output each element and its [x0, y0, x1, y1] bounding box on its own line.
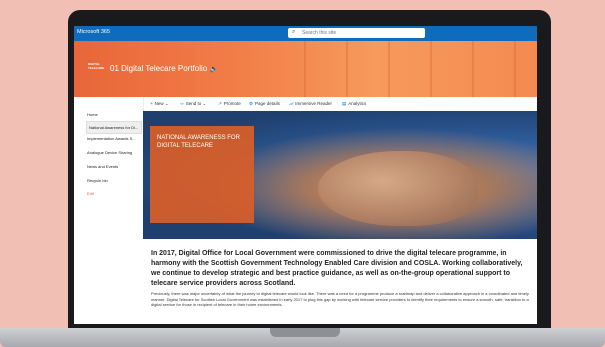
site-header: DIGITAL TELECARE 01 Digital Telecare Por… [74, 41, 537, 97]
send-icon: ⇨ [180, 101, 184, 106]
site-logo[interactable]: DIGITAL TELECARE [88, 62, 106, 70]
site-title[interactable]: 01 Digital Telecare Portfolio 🔈 [110, 64, 218, 73]
analytics-label: Analytics [348, 101, 367, 106]
promote-icon: ↗ [218, 101, 222, 106]
immersive-reader-label: Immersive Reader [295, 101, 333, 106]
command-bar: + New ⌄ ⇨ Send to ⌄ ↗ Promote ⚙ Page details… [143, 97, 537, 111]
nav-item-recycle-bin[interactable]: Recycle bin [87, 178, 141, 183]
settings-icon: ⚙ [249, 101, 254, 106]
plus-icon: + [150, 101, 153, 106]
search-box[interactable]: ⌕ Search this site [288, 28, 425, 38]
brand-label[interactable]: Microsoft 365 [77, 29, 110, 35]
header-pattern [264, 41, 537, 97]
nav-item-national-awareness[interactable]: National Awareness for Di... [86, 121, 142, 134]
hero-card[interactable]: NATIONAL AWARENESS FOR DIGITAL TELECARE [150, 126, 254, 223]
hero-image: NATIONAL AWARENESS FOR DIGITAL TELECARE [143, 111, 537, 239]
nav-item-analogue-device-sharing[interactable]: Analogue Device Sharing [87, 150, 141, 155]
screen: Microsoft 365 ⌕ Search this site DIGITAL… [74, 26, 537, 324]
nav-item-news-and-events[interactable]: News and Events [87, 164, 141, 169]
nav-item-home[interactable]: Home [87, 112, 141, 117]
search-icon: ⌕ [292, 29, 296, 35]
promote-label: Promote [223, 101, 241, 106]
site-title-text: 01 Digital Telecare Portfolio [110, 64, 208, 73]
nav-item-implementation-awards[interactable]: Implementation Awards S... [87, 136, 141, 141]
hero-heading: NATIONAL AWARENESS FOR DIGITAL TELECARE [157, 135, 240, 149]
page-details-label: Page details [255, 101, 280, 106]
page-details-button[interactable]: ⚙ Page details [249, 101, 280, 107]
lead-paragraph: In 2017, Digital Office for Local Govern… [151, 250, 523, 287]
new-button[interactable]: + New ⌄ [150, 101, 169, 107]
laptop-notch [270, 328, 340, 337]
body-paragraph: Previously, there was major uncertainty … [151, 291, 529, 308]
page-content: In 2017, Digital Office for Local Govern… [143, 239, 537, 324]
promote-button[interactable]: ↗ Promote [218, 101, 241, 107]
new-label: New [154, 101, 164, 106]
suite-bar: Microsoft 365 ⌕ Search this site [74, 26, 537, 41]
speaker-icon[interactable]: 🔈 [209, 66, 218, 73]
chart-icon: ▤ [342, 101, 347, 106]
send-to-label: Send to [185, 101, 202, 106]
left-navigation: Home National Awareness for Di... Implem… [74, 97, 144, 324]
reader-icon: 𝒜 [289, 101, 294, 106]
immersive-reader-button[interactable]: 𝒜 Immersive Reader [289, 101, 332, 106]
send-to-button[interactable]: ⇨ Send to ⌄ [180, 101, 206, 107]
search-placeholder: Search this site [302, 30, 337, 36]
hands-photo [318, 151, 478, 226]
nav-edit-link[interactable]: Edit [87, 191, 141, 196]
analytics-button[interactable]: ▤ Analytics [342, 101, 366, 107]
